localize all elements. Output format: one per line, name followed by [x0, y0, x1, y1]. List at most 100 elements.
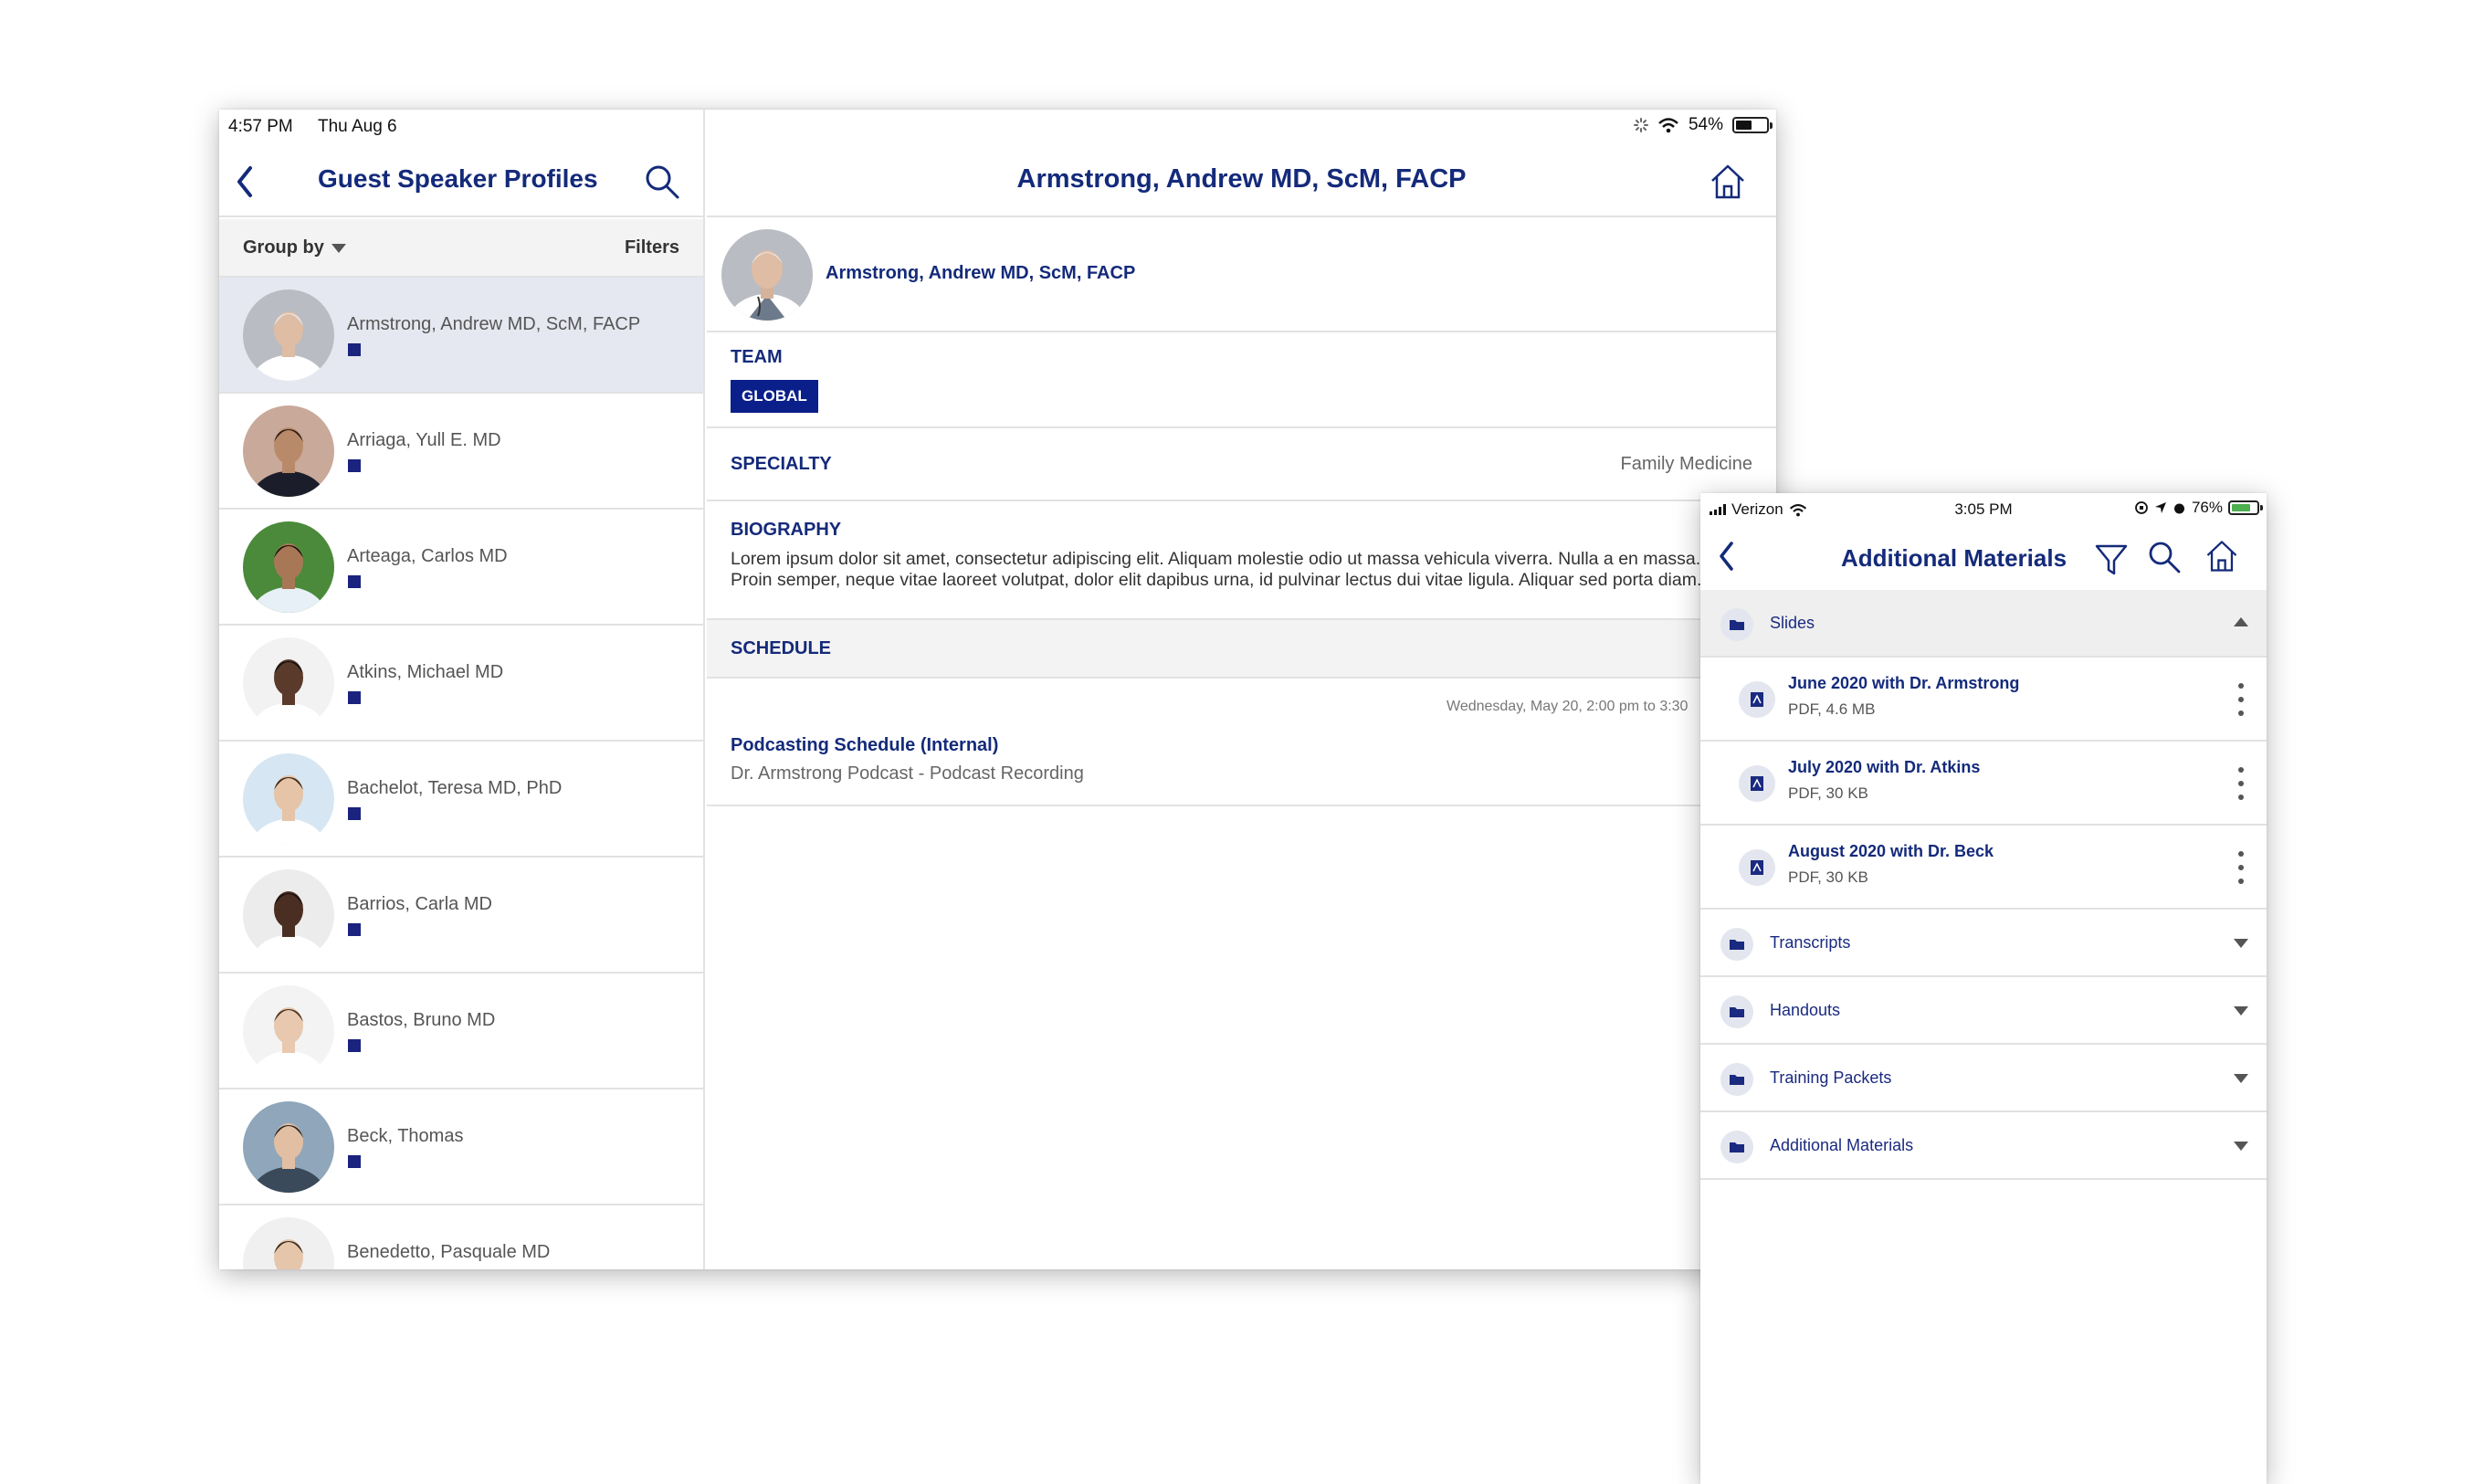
alarm-icon — [2173, 503, 2184, 513]
pdf-file-icon — [1739, 765, 1775, 802]
avatar — [243, 637, 334, 729]
avatar — [243, 985, 334, 1077]
file-item[interactable]: August 2020 with Dr. Beck PDF, 30 KB — [1700, 826, 2267, 910]
chevron-down-icon[interactable] — [2234, 939, 2248, 948]
battery-icon — [2228, 500, 2263, 515]
team-indicator — [348, 1039, 361, 1052]
back-chevron-icon[interactable] — [1715, 539, 1737, 574]
file-title: August 2020 with Dr. Beck — [1788, 842, 1994, 860]
folder-label: Transcripts — [1770, 933, 1851, 952]
speaker-name: Bachelot, Teresa MD, PhD — [347, 778, 563, 798]
pdf-file-icon — [1739, 681, 1775, 718]
folder-transcripts[interactable]: Transcripts — [1700, 910, 2267, 977]
speaker-list-item[interactable]: Bastos, Bruno MD — [219, 974, 703, 1089]
biography-label: BIOGRAPHY — [731, 520, 842, 540]
speaker-list-item[interactable]: Atkins, Michael MD — [219, 626, 703, 742]
speaker-name: Arteaga, Carlos MD — [347, 546, 508, 566]
avatar — [721, 229, 813, 321]
location-icon — [2154, 502, 2166, 513]
page-title: Guest Speaker Profiles — [318, 164, 598, 193]
speaker-list-item[interactable]: Benedetto, Pasquale MD — [219, 1205, 703, 1269]
folder-label: Slides — [1770, 614, 1815, 632]
lock-rotation-icon — [2135, 501, 2148, 514]
folder-icon — [1720, 928, 1753, 961]
chevron-down-icon[interactable] — [2234, 1142, 2248, 1151]
home-icon[interactable] — [1707, 161, 1749, 203]
team-indicator — [348, 807, 361, 820]
schedule-header: SCHEDULE — [707, 620, 1776, 679]
folder-label: Handouts — [1770, 1001, 1841, 1019]
file-meta: PDF, 4.6 MB — [1788, 700, 1876, 718]
speaker-name: Benedetto, Pasquale MD — [347, 1242, 551, 1262]
pdf-file-icon — [1739, 849, 1775, 886]
speaker-list-item[interactable]: Barrios, Carla MD — [219, 858, 703, 974]
folder-training-packets[interactable]: Training Packets — [1700, 1045, 2267, 1112]
avatar — [243, 753, 334, 845]
speaker-list-pane: Guest Speaker Profiles Group by Filters … — [219, 110, 705, 1269]
folder-icon — [1720, 1131, 1753, 1163]
group-by-dropdown[interactable]: Group by — [243, 237, 346, 258]
chevron-down-icon[interactable] — [2234, 1074, 2248, 1083]
avatar — [243, 1101, 334, 1193]
speaker-name: Armstrong, Andrew MD, ScM, FACP — [347, 314, 641, 334]
file-meta: PDF, 30 KB — [1788, 784, 1868, 802]
speaker-name: Bastos, Bruno MD — [347, 1010, 496, 1030]
caret-down-icon — [331, 243, 346, 253]
chevron-down-icon[interactable] — [2234, 1006, 2248, 1016]
speaker-list-item[interactable]: Beck, Thomas — [219, 1089, 703, 1205]
folder-icon — [1720, 1063, 1753, 1096]
more-options-icon[interactable] — [2237, 767, 2245, 800]
profile-name: Armstrong, Andrew MD, ScM, FACP — [826, 263, 1136, 283]
schedule-label: SCHEDULE — [731, 638, 832, 658]
home-icon[interactable] — [2203, 537, 2241, 575]
folder-additional-materials[interactable]: Additional Materials — [1700, 1112, 2267, 1180]
team-section: TEAM GLOBAL — [707, 332, 1776, 428]
file-title: July 2020 with Dr. Atkins — [1788, 758, 1981, 776]
speaker-list-item[interactable]: Bachelot, Teresa MD, PhD — [219, 742, 703, 858]
team-tag: GLOBAL — [731, 380, 818, 413]
avatar — [243, 405, 334, 497]
folder-label: Training Packets — [1770, 1068, 1892, 1087]
team-indicator — [348, 691, 361, 704]
schedule-item[interactable]: Wednesday, May 20, 2:00 pm to 3:30 Podca… — [707, 679, 1776, 806]
schedule-datetime: Wednesday, May 20, 2:00 pm to 3:30 — [1447, 699, 1689, 714]
back-chevron-icon[interactable] — [232, 163, 258, 201]
speaker-detail-pane: Armstrong, Andrew MD, ScM, FACP Armstron… — [707, 110, 1776, 1269]
speaker-list-item[interactable]: Arriaga, Yull E. MD — [219, 394, 703, 510]
specialty-value: Family Medicine — [1620, 454, 1752, 474]
more-options-icon[interactable] — [2237, 683, 2245, 716]
biography-text: Lorem ipsum dolor sit amet, consectetur … — [731, 549, 1702, 590]
speaker-name: Arriaga, Yull E. MD — [347, 430, 501, 450]
detail-title: Armstrong, Andrew MD, ScM, FACP — [1016, 164, 1467, 194]
filter-icon[interactable] — [2093, 541, 2130, 577]
specialty-label: SPECIALTY — [731, 454, 832, 474]
chevron-up-icon[interactable] — [2234, 617, 2248, 626]
search-icon[interactable] — [2146, 539, 2183, 575]
schedule-subtitle: Dr. Armstrong Podcast - Podcast Recordin… — [731, 763, 1084, 784]
left-header: Guest Speaker Profiles — [219, 146, 703, 217]
phone-status-bar: Verizon 3:05 PM 76% — [1700, 493, 2267, 526]
folder-label: Additional Materials — [1770, 1136, 1914, 1154]
file-title: June 2020 with Dr. Armstrong — [1788, 674, 2020, 692]
folder-icon — [1720, 608, 1753, 641]
file-item[interactable]: June 2020 with Dr. Armstrong PDF, 4.6 MB — [1700, 658, 2267, 742]
team-indicator — [348, 923, 361, 936]
search-icon[interactable] — [643, 163, 681, 201]
speaker-list-item[interactable]: Armstrong, Andrew MD, ScM, FACP — [219, 278, 703, 394]
speaker-list: Armstrong, Andrew MD, ScM, FACP Arriaga, … — [219, 278, 703, 1269]
specialty-section: SPECIALTY Family Medicine — [707, 428, 1776, 501]
avatar — [243, 521, 334, 613]
file-item[interactable]: July 2020 with Dr. Atkins PDF, 30 KB — [1700, 742, 2267, 826]
filters-button[interactable]: Filters — [625, 237, 679, 258]
group-filter-bar: Group by Filters — [219, 219, 703, 278]
avatar — [243, 1217, 334, 1269]
group-by-label: Group by — [243, 237, 324, 258]
folder-handouts[interactable]: Handouts — [1700, 977, 2267, 1045]
speaker-name: Barrios, Carla MD — [347, 894, 492, 914]
speaker-name: Beck, Thomas — [347, 1126, 464, 1146]
tablet-screen: 4:57 PM Thu Aug 6 54% Guest Speaker Prof… — [219, 110, 1776, 1269]
speaker-list-item[interactable]: Arteaga, Carlos MD — [219, 510, 703, 626]
more-options-icon[interactable] — [2237, 851, 2245, 884]
phone-battery-percent: 76% — [2191, 499, 2223, 516]
folder-slides[interactable]: Slides — [1700, 590, 2267, 658]
